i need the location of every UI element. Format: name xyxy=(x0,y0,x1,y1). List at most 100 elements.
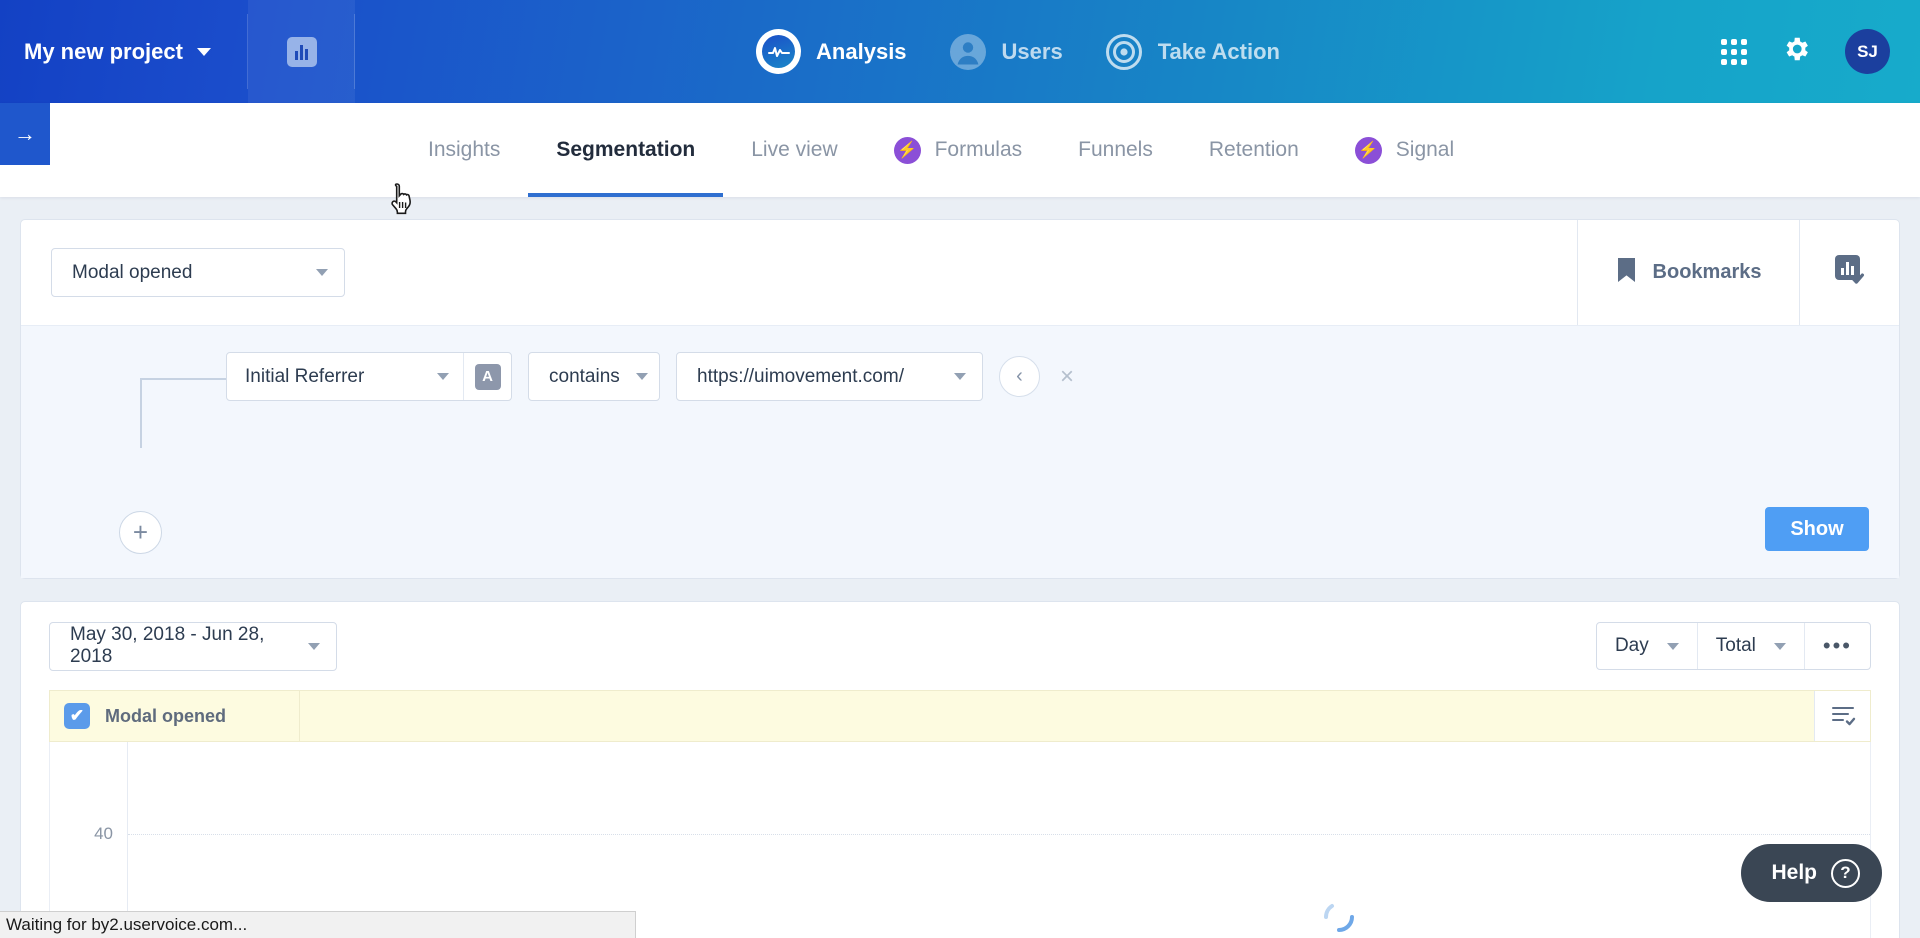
bolt-icon: ⚡ xyxy=(1354,136,1382,164)
chart-settings-icon xyxy=(1828,699,1858,734)
legend-item-modal-opened[interactable]: ✔ Modal opened xyxy=(50,691,300,741)
new-report-button[interactable] xyxy=(248,0,355,103)
tab-retention[interactable]: Retention xyxy=(1181,103,1327,197)
tab-segmentation[interactable]: Segmentation xyxy=(528,103,724,197)
query-builder-card: Modal opened Bookmarks Initial Referrer … xyxy=(20,219,1900,579)
project-name: My new project xyxy=(24,38,183,64)
filter-row: Initial Referrer A contains https://uimo… xyxy=(21,326,1899,401)
chevron-down-icon xyxy=(635,373,648,380)
sidebar-expand-button[interactable]: → xyxy=(0,103,50,165)
bar-chart-icon xyxy=(286,36,317,67)
chevron-down-icon xyxy=(1773,642,1786,650)
chart-more-options-button[interactable]: ••• xyxy=(1803,623,1870,669)
nav-item-users[interactable]: Users xyxy=(949,33,1063,71)
nav-item-users-label: Users xyxy=(1001,38,1063,64)
tab-live-view-label: Live view xyxy=(751,138,838,161)
chevron-left-icon: ‹ xyxy=(1016,365,1023,387)
chevron-down-icon xyxy=(954,373,966,380)
avatar[interactable]: SJ xyxy=(1845,29,1890,74)
target-icon xyxy=(1105,33,1143,71)
report-type-tabs: Insights Segmentation Live view ⚡ Formul… xyxy=(0,103,1920,197)
bookmark-icon xyxy=(1616,257,1637,289)
legend-spacer xyxy=(300,691,1814,741)
chevron-down-icon xyxy=(1666,642,1679,650)
chart-card: May 30, 2018 - Jun 28, 2018 Day Total ••… xyxy=(20,601,1900,938)
chevron-down-icon xyxy=(196,47,211,56)
save-report-button[interactable] xyxy=(1799,220,1899,325)
bookmarks-button[interactable]: Bookmarks xyxy=(1577,220,1799,325)
filter-operator-selector[interactable]: contains xyxy=(528,352,660,401)
filter-property-value: Initial Referrer xyxy=(245,365,365,387)
date-range-selector[interactable]: May 30, 2018 - Jun 28, 2018 xyxy=(49,621,337,671)
tab-formulas[interactable]: ⚡ Formulas xyxy=(866,103,1051,197)
interval-value: Day xyxy=(1614,635,1649,656)
help-button[interactable]: Help ? xyxy=(1741,844,1882,902)
status-text: Waiting for by2.uservoice.com... xyxy=(6,915,248,934)
main-content: Modal opened Bookmarks Initial Referrer … xyxy=(0,197,1920,938)
primary-nav: Analysis Users Take Action xyxy=(315,29,1721,74)
top-navigation-bar: My new project Analysis Users Take Actio… xyxy=(0,0,1920,103)
nav-item-take-action-label: Take Action xyxy=(1157,38,1280,64)
event-selector[interactable]: Modal opened xyxy=(51,248,345,297)
legend-checkbox[interactable]: ✔ xyxy=(64,703,90,729)
nav-item-take-action[interactable]: Take Action xyxy=(1105,33,1280,71)
chart-grid xyxy=(128,742,1870,938)
browser-status-bar: Waiting for by2.uservoice.com... xyxy=(0,911,636,938)
chart-check-icon xyxy=(1833,253,1867,292)
project-selector[interactable]: My new project xyxy=(0,0,248,103)
filter-value: https://uimovement.com/ xyxy=(697,365,904,387)
plus-icon: + xyxy=(132,517,149,547)
tab-segmentation-label: Segmentation xyxy=(556,138,696,161)
gear-icon[interactable] xyxy=(1781,34,1811,69)
filter-remove-button[interactable]: × xyxy=(1056,363,1078,391)
add-filter-button[interactable]: + xyxy=(119,511,162,554)
filter-value-selector[interactable]: https://uimovement.com/ xyxy=(676,352,983,401)
chevron-down-icon xyxy=(308,642,320,650)
measure-value: Total xyxy=(1715,635,1756,656)
bolt-icon: ⚡ xyxy=(893,136,921,164)
app-grid-icon[interactable] xyxy=(1721,38,1747,65)
tab-signal[interactable]: ⚡ Signal xyxy=(1327,103,1482,197)
close-icon: × xyxy=(1060,362,1075,390)
help-label: Help xyxy=(1771,861,1817,884)
query-builder-body: Initial Referrer A contains https://uimo… xyxy=(21,325,1899,578)
chevron-down-icon xyxy=(437,373,449,380)
tab-funnels[interactable]: Funnels xyxy=(1050,103,1181,197)
chevron-down-icon xyxy=(316,269,328,276)
nav-item-analysis[interactable]: Analysis xyxy=(756,29,907,74)
tab-insights-label: Insights xyxy=(428,138,501,161)
filter-property-selector[interactable]: Initial Referrer xyxy=(227,353,463,400)
event-selector-value: Modal opened xyxy=(72,261,193,283)
chart-legend-row: ✔ Modal opened xyxy=(49,690,1871,742)
property-type-label: A xyxy=(474,363,501,390)
date-range-value: May 30, 2018 - Jun 28, 2018 xyxy=(70,624,265,667)
property-type-badge[interactable]: A xyxy=(463,353,511,400)
y-axis-tick: 40 xyxy=(94,824,113,843)
loading-spinner-icon xyxy=(1318,896,1360,938)
mouse-cursor-pointer xyxy=(390,182,416,221)
chart-settings-button[interactable] xyxy=(1814,691,1870,741)
filter-collapse-button[interactable]: ‹ xyxy=(999,356,1040,397)
tab-signal-label: Signal xyxy=(1395,138,1455,161)
chart-y-axis: 40 xyxy=(50,742,128,938)
chart-plot-area[interactable]: 40 xyxy=(49,742,1871,938)
measure-selector[interactable]: Total xyxy=(1696,623,1804,669)
tab-live-view[interactable]: Live view xyxy=(723,103,865,197)
chart-toolbar: May 30, 2018 - Jun 28, 2018 Day Total ••… xyxy=(21,602,1899,690)
show-button[interactable]: Show xyxy=(1765,507,1869,551)
top-bar-actions: SJ xyxy=(1721,29,1920,74)
tab-insights[interactable]: Insights xyxy=(400,103,528,197)
filter-property-group: Initial Referrer A xyxy=(226,352,512,401)
arrow-right-icon: → xyxy=(14,121,36,146)
tab-retention-label: Retention xyxy=(1208,138,1299,161)
tab-formulas-label: Formulas xyxy=(934,138,1023,161)
chart-gridline xyxy=(128,834,1870,835)
interval-selector[interactable]: Day xyxy=(1597,623,1697,669)
filter-operator-value: contains xyxy=(549,365,620,387)
nav-item-analysis-label: Analysis xyxy=(816,38,907,64)
tab-funnels-label: Funnels xyxy=(1078,138,1153,161)
query-builder-header: Modal opened Bookmarks xyxy=(21,220,1899,325)
user-circle-icon xyxy=(949,33,987,71)
more-icon: ••• xyxy=(1822,633,1852,658)
question-circle-icon: ? xyxy=(1831,858,1860,888)
